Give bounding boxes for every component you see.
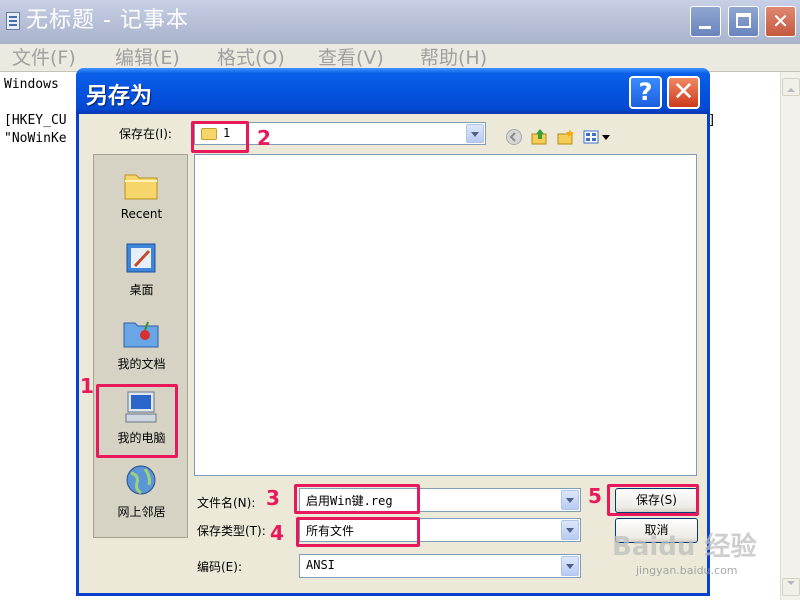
dialog-close-button[interactable]: ✕	[667, 76, 700, 109]
back-icon[interactable]	[505, 128, 523, 146]
step-number-3: 3	[266, 486, 280, 510]
desktop-icon	[126, 243, 156, 273]
notepad-title: 无标题 - 记事本	[26, 8, 189, 33]
close-button[interactable]: ✕	[765, 6, 796, 37]
highlight-save-in	[191, 121, 249, 153]
menu-file[interactable]: 文件(F)	[12, 46, 76, 70]
place-label: 我的文档	[117, 357, 166, 371]
menu-edit[interactable]: 编辑(E)	[115, 46, 180, 70]
my-documents-icon	[123, 321, 159, 348]
filetype-label: 保存类型(T):	[197, 524, 266, 538]
baidu-watermark: Baidu 经验 jingyan.baidu.com	[612, 518, 762, 584]
highlight-filename	[294, 484, 420, 514]
filename-label: 文件名(N):	[197, 496, 256, 510]
place-label: 桌面	[129, 283, 154, 297]
chevron-down-icon[interactable]	[561, 490, 579, 510]
chevron-down-icon[interactable]	[466, 124, 484, 143]
maximize-icon	[736, 13, 751, 28]
views-menu-icon[interactable]	[583, 128, 617, 146]
place-label: Recent	[120, 207, 163, 221]
chevron-down-icon[interactable]	[561, 520, 579, 540]
text-line: Windows	[4, 77, 59, 92]
vertical-scrollbar[interactable]	[780, 72, 800, 600]
minimize-icon	[699, 26, 711, 29]
places-bar: Recent 桌面 我的文档 我的电脑 网上邻居	[93, 154, 188, 538]
save-in-label: 保存在(I):	[119, 127, 172, 141]
scroll-down-button[interactable]	[782, 578, 800, 596]
network-globe-icon	[126, 465, 156, 495]
highlight-my-computer	[96, 384, 178, 458]
place-my-documents[interactable]: 我的文档	[94, 311, 189, 385]
highlight-filetype	[296, 517, 420, 547]
new-folder-icon[interactable]	[557, 128, 575, 146]
step-number-2: 2	[257, 126, 271, 150]
recent-folder-icon	[124, 174, 158, 200]
place-desktop[interactable]: 桌面	[94, 237, 189, 311]
step-number-4: 4	[270, 521, 284, 545]
help-button[interactable]: ?	[629, 76, 662, 109]
encoding-value: ANSI	[306, 558, 335, 572]
menu-format[interactable]: 格式(O)	[217, 46, 285, 70]
place-network[interactable]: 网上邻居	[94, 459, 189, 533]
text-line: "NoWinKe	[4, 131, 67, 146]
watermark-brand: Baidu 经验	[612, 532, 757, 562]
minimize-button[interactable]	[690, 6, 721, 37]
step-number-1: 1	[80, 374, 94, 398]
notepad-titlebar[interactable]: 无标题 - 记事本 ✕	[0, 0, 800, 44]
watermark-url: jingyan.baidu.com	[636, 564, 738, 577]
file-list[interactable]	[194, 154, 697, 476]
up-folder-icon[interactable]	[531, 128, 549, 146]
dialog-title: 另存为	[86, 84, 153, 109]
close-icon: ✕	[772, 9, 789, 33]
text-line: [HKEY_CU	[4, 113, 67, 128]
scroll-up-button[interactable]	[782, 78, 800, 96]
menu-help[interactable]: 帮助(H)	[420, 46, 487, 70]
step-number-5: 5	[588, 484, 602, 508]
highlight-save-button	[607, 484, 699, 516]
dialog-titlebar[interactable]: 另存为 ? ✕	[76, 68, 710, 114]
place-label: 网上邻居	[117, 505, 166, 519]
maximize-button[interactable]	[728, 6, 759, 37]
encoding-select[interactable]: ANSI	[299, 554, 581, 578]
encoding-label: 编码(E):	[197, 560, 242, 574]
chevron-down-icon[interactable]	[561, 556, 579, 576]
menu-view[interactable]: 查看(V)	[318, 46, 384, 70]
place-recent[interactable]: Recent	[94, 163, 189, 237]
notepad-icon	[6, 12, 20, 30]
